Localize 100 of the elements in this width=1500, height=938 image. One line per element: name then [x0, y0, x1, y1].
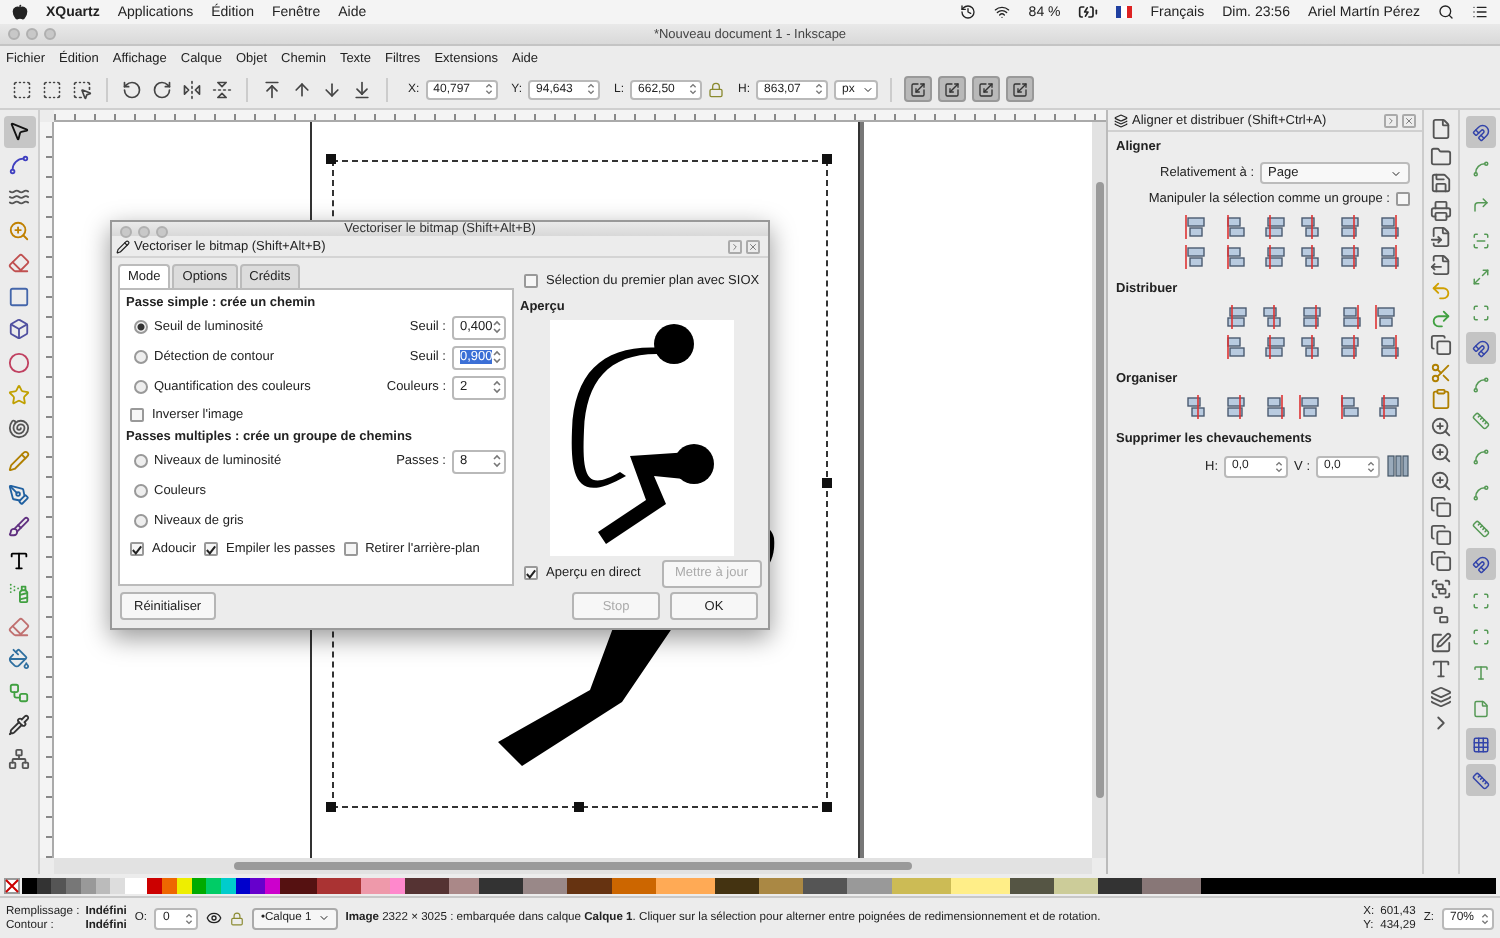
zoom-icon[interactable]	[1430, 469, 1452, 491]
flag-icon[interactable]	[1116, 6, 1133, 18]
import-icon[interactable]	[1430, 226, 1452, 248]
clock-icon[interactable]	[960, 4, 977, 20]
lock-icon[interactable]	[708, 81, 725, 97]
align-icon[interactable]	[1222, 244, 1250, 270]
layers-icon[interactable]	[1430, 685, 1452, 707]
checkbox[interactable]	[130, 408, 144, 422]
print-icon[interactable]	[1430, 199, 1452, 221]
pointer-icon[interactable]	[3, 116, 35, 147]
radio-button[interactable]	[134, 484, 148, 498]
radio-button[interactable]	[134, 350, 148, 364]
spin-arrows-icon[interactable]	[483, 82, 494, 96]
raise-top-icon[interactable]	[260, 77, 284, 101]
spin-arrows-icon[interactable]	[492, 318, 503, 336]
spin-arrows-icon[interactable]	[688, 82, 699, 96]
save-icon[interactable]	[1430, 172, 1452, 194]
selection-handle[interactable]	[326, 802, 336, 812]
radio-button[interactable]	[134, 320, 148, 334]
transform-toggle[interactable]	[938, 76, 967, 102]
snap-toggle[interactable]	[1465, 764, 1495, 796]
paste-icon[interactable]	[1430, 388, 1452, 410]
cut-icon[interactable]	[1430, 361, 1452, 383]
columns-icon[interactable]	[1386, 454, 1410, 478]
align-icon[interactable]	[1336, 244, 1364, 270]
document-icon[interactable]	[1430, 118, 1452, 140]
spin-arrows-icon[interactable]	[492, 348, 503, 366]
panel-close-button[interactable]	[1402, 113, 1416, 127]
bucket-icon[interactable]	[3, 644, 35, 675]
arrange-icon[interactable]	[1374, 394, 1402, 420]
export-icon[interactable]	[1430, 253, 1452, 275]
transform-toggle[interactable]	[904, 76, 933, 102]
ungroup-icon[interactable]	[1430, 604, 1452, 626]
rotate-right-icon[interactable]	[150, 77, 174, 101]
radio-button[interactable]	[134, 514, 148, 528]
align-icon[interactable]	[1260, 244, 1288, 270]
lower-bottom-icon[interactable]	[350, 77, 374, 101]
distribute-icon[interactable]	[1222, 304, 1250, 330]
spin-arrows-icon[interactable]	[814, 82, 825, 96]
spin-arrows-icon[interactable]	[1274, 459, 1285, 473]
checkbox[interactable]	[1396, 192, 1410, 206]
align-icon[interactable]	[1222, 214, 1250, 240]
distribute-icon[interactable]	[1260, 334, 1288, 360]
apple-icon[interactable]	[12, 4, 28, 20]
spin-arrows-icon[interactable]	[492, 378, 502, 396]
spin-arrows-icon[interactable]	[184, 911, 195, 925]
align-icon[interactable]	[1260, 214, 1288, 240]
snap-toggle[interactable]	[1465, 116, 1495, 148]
selection-handle[interactable]	[822, 802, 832, 812]
spin-arrows-icon[interactable]	[1480, 911, 1490, 925]
checkbox[interactable]	[524, 566, 538, 580]
checkbox[interactable]	[130, 542, 144, 556]
selection-handle[interactable]	[822, 478, 832, 488]
pencil-icon[interactable]	[3, 446, 35, 477]
snap-toggle[interactable]	[1465, 548, 1495, 580]
lower-icon[interactable]	[320, 77, 344, 101]
checkbox[interactable]	[204, 542, 219, 556]
duplicate-icon[interactable]	[1430, 496, 1452, 518]
select-all-icon[interactable]	[10, 77, 34, 101]
spin-arrows-icon[interactable]	[1366, 459, 1376, 473]
snap-toggle[interactable]	[1465, 728, 1495, 760]
spin-arrows-icon[interactable]	[586, 82, 597, 96]
flip-vertical-icon[interactable]	[210, 77, 234, 101]
redo-icon[interactable]	[1430, 307, 1452, 329]
selection-handle[interactable]	[574, 802, 584, 812]
clone-icon[interactable]	[1430, 523, 1452, 545]
eye-icon[interactable]	[206, 910, 223, 926]
selection-handle[interactable]	[822, 154, 832, 164]
horizontal-scrollbar[interactable]	[54, 858, 1092, 874]
unlink-icon[interactable]	[1430, 550, 1452, 572]
group-icon[interactable]	[1430, 577, 1452, 599]
rotate-left-icon[interactable]	[120, 77, 144, 101]
arrange-icon[interactable]	[1222, 394, 1250, 420]
list-icon[interactable]	[1472, 4, 1488, 20]
distribute-icon[interactable]	[1298, 304, 1326, 330]
vertical-scrollbar[interactable]	[1092, 122, 1106, 858]
text-icon[interactable]	[1430, 658, 1452, 680]
copy-icon[interactable]	[1430, 334, 1452, 356]
arrange-icon[interactable]	[1336, 394, 1364, 420]
radio-button[interactable]	[134, 454, 148, 468]
fill-stroke-icon[interactable]	[1430, 631, 1452, 653]
circle-icon[interactable]	[3, 347, 35, 378]
lock-icon[interactable]	[230, 911, 245, 925]
snap-toggle[interactable]	[1465, 332, 1495, 364]
panel-close-button[interactable]	[746, 239, 760, 254]
select-pointer-icon[interactable]	[70, 77, 94, 101]
search-icon[interactable]	[1438, 4, 1454, 20]
spin-arrows-icon[interactable]	[492, 452, 502, 470]
raise-icon[interactable]	[290, 77, 314, 101]
flip-horizontal-icon[interactable]	[180, 77, 204, 101]
align-icon[interactable]	[1336, 214, 1364, 240]
selection-handle[interactable]	[326, 154, 336, 164]
checkbox[interactable]	[524, 274, 538, 288]
zoom-icon[interactable]	[1430, 415, 1452, 437]
hierarchy-icon[interactable]	[3, 743, 35, 774]
color-palette[interactable]	[22, 877, 1496, 893]
select-box-icon[interactable]	[40, 77, 64, 101]
transform-toggle[interactable]	[972, 76, 1001, 102]
zoom-icon[interactable]	[1430, 442, 1452, 464]
distribute-icon[interactable]	[1222, 334, 1250, 360]
